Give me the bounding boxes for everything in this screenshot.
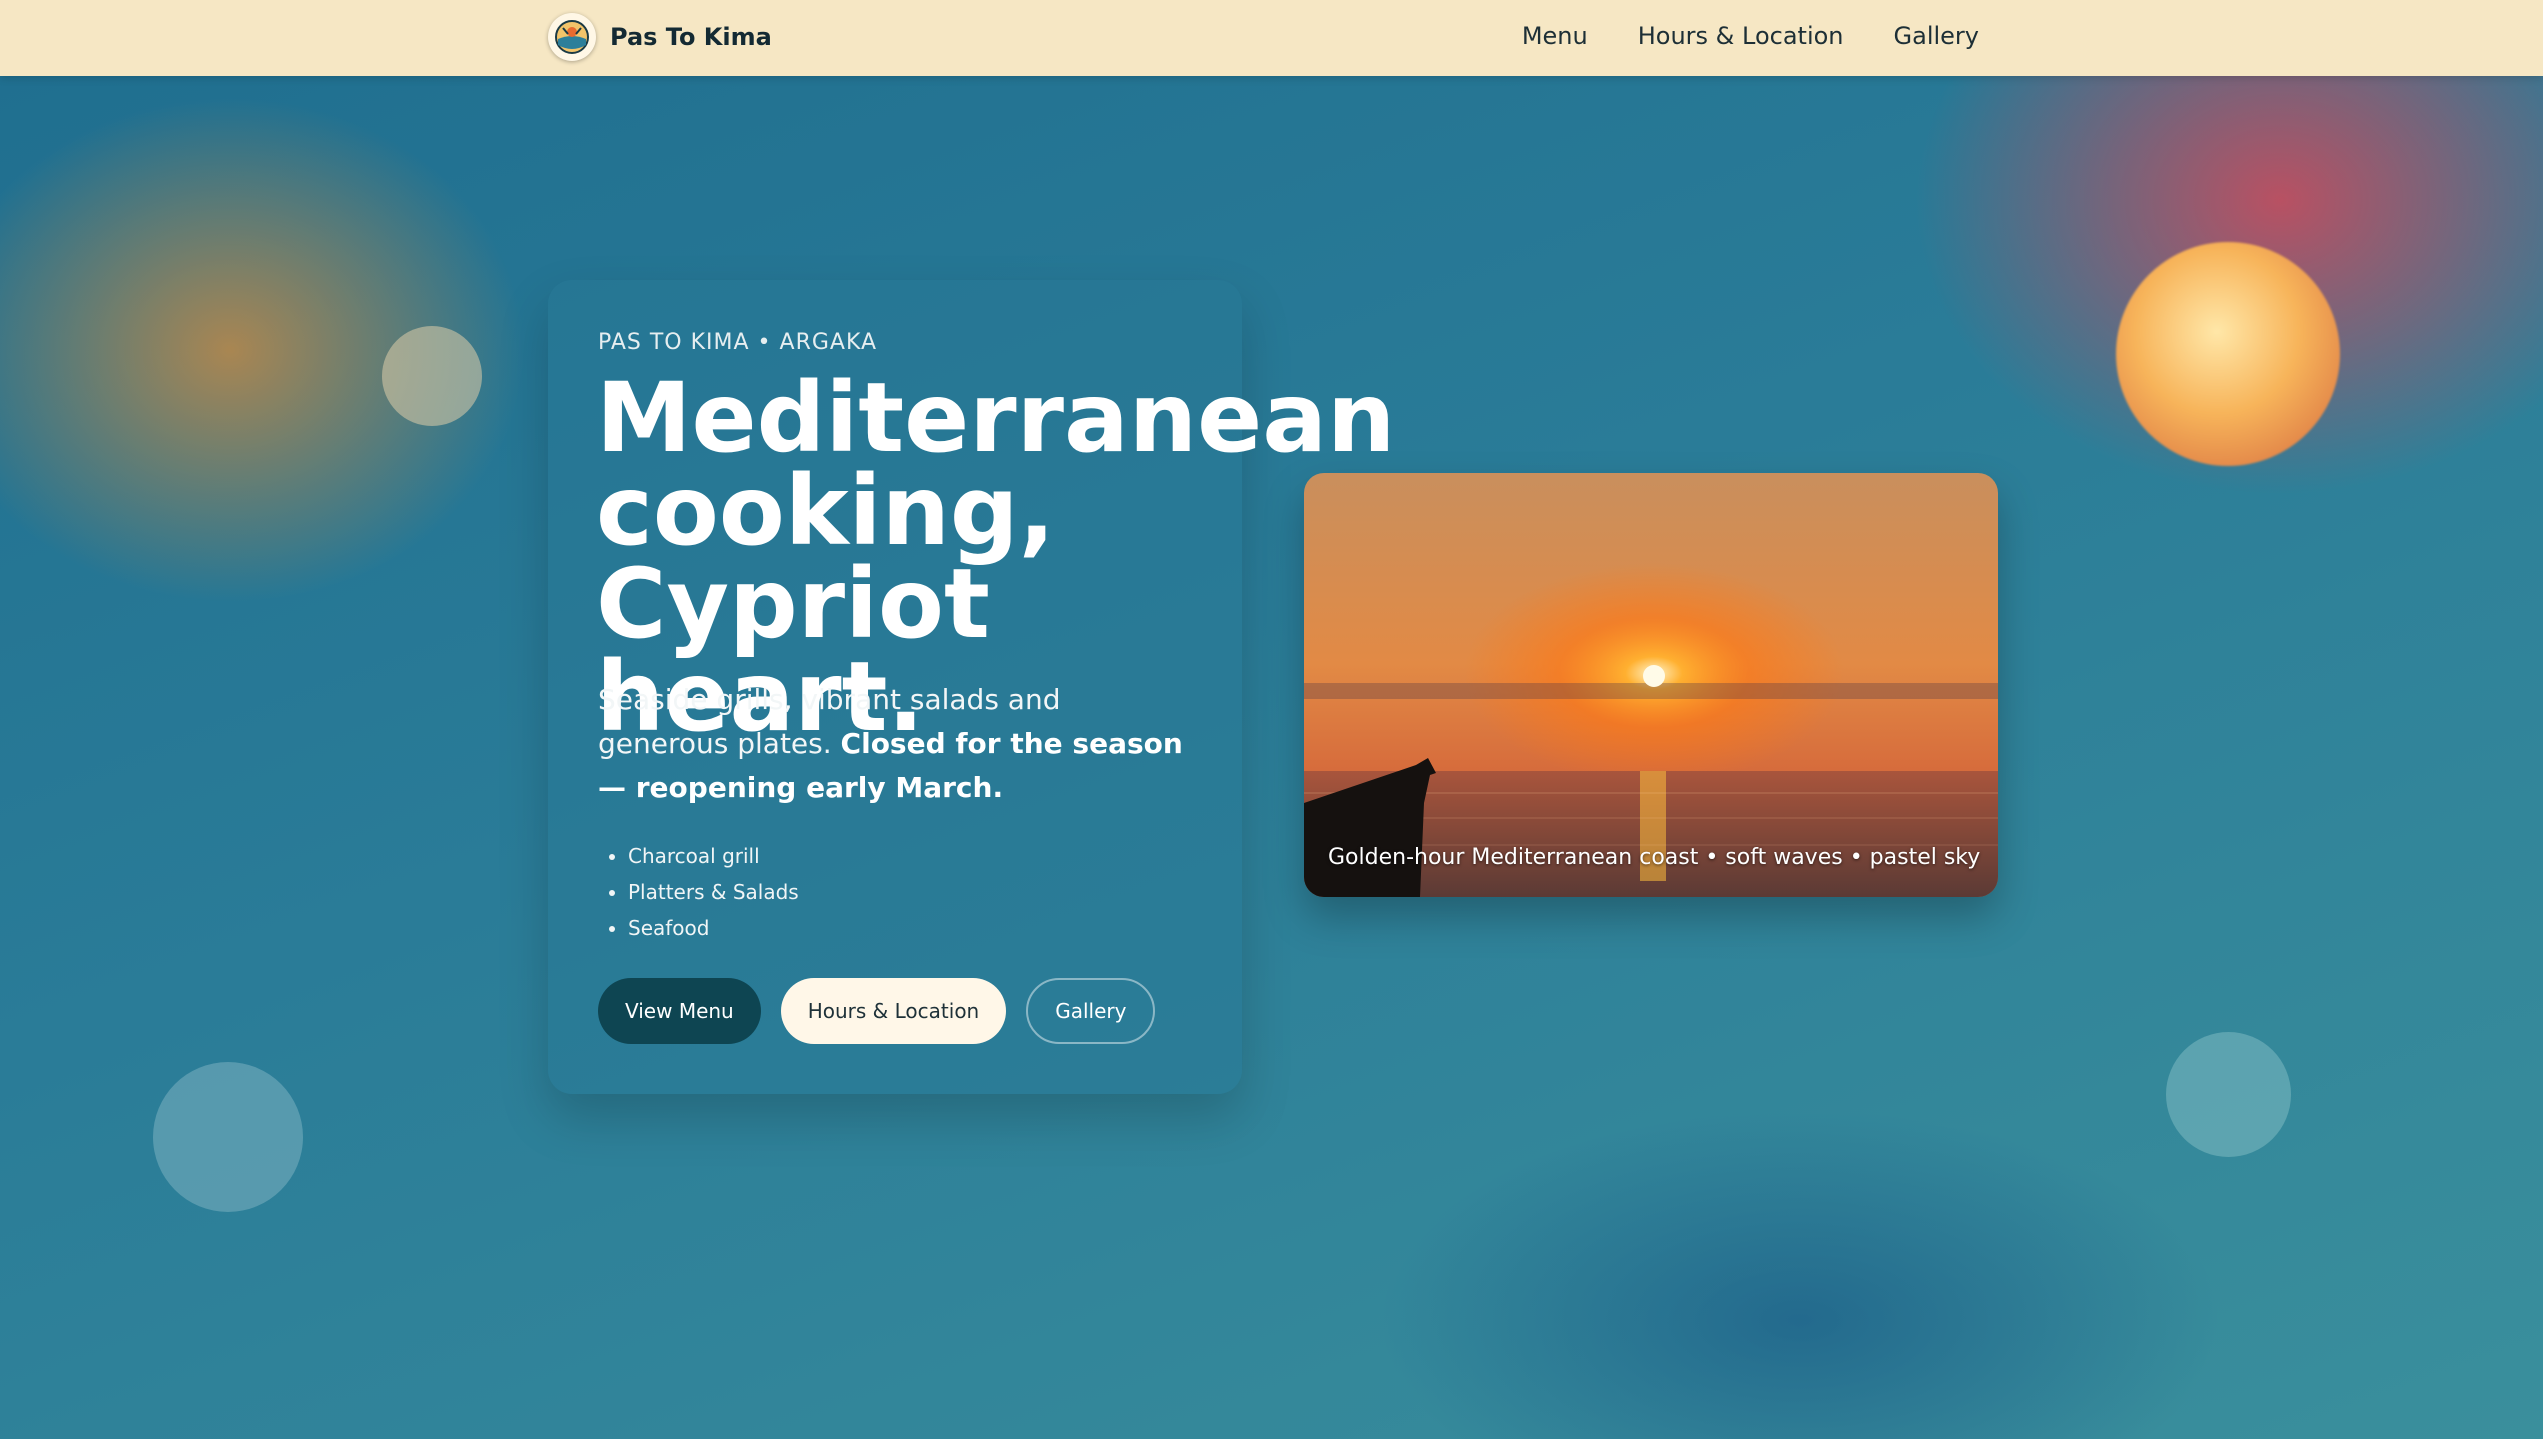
- feature-list: Charcoal grill Platters & Salads Seafood: [628, 838, 799, 946]
- decorative-orb: [382, 326, 482, 426]
- photo-caption: Golden-hour Mediterranean coast • soft w…: [1328, 845, 1981, 870]
- hero-card: PAS TO KIMA • ARGAKA Mediterranean cooki…: [548, 280, 1395, 1094]
- feature-item: Charcoal grill: [628, 838, 799, 874]
- hero-actions: View Menu Hours & Location Gallery: [598, 978, 1156, 1044]
- decorative-orb: [2166, 1032, 2291, 1157]
- nav-link-menu[interactable]: Menu: [1522, 22, 1588, 50]
- sunset-sea-photo: [1304, 473, 1998, 897]
- view-menu-button[interactable]: View Menu: [598, 978, 761, 1044]
- top-navigation-bar: Pas To Kima Menu Hours & Location Galler…: [0, 0, 2543, 76]
- brand-name: Pas To Kima: [610, 23, 772, 51]
- brand[interactable]: Pas To Kima: [548, 13, 772, 61]
- hero-photo-card: Golden-hour Mediterranean coast • soft w…: [1304, 473, 1998, 897]
- hero-eyebrow: PAS TO KIMA • ARGAKA: [598, 330, 878, 355]
- nav-link-gallery[interactable]: Gallery: [1894, 22, 1979, 50]
- decorative-sun-orb: [2116, 242, 2340, 466]
- hours-location-button[interactable]: Hours & Location: [780, 978, 1007, 1044]
- nav-link-hours-location[interactable]: Hours & Location: [1638, 22, 1844, 50]
- feature-item: Seafood: [628, 910, 799, 946]
- feature-item: Platters & Salads: [628, 874, 799, 910]
- restaurant-logo-icon: [548, 13, 596, 61]
- main-nav: Menu Hours & Location Gallery: [1522, 22, 1979, 50]
- gallery-button[interactable]: Gallery: [1026, 978, 1156, 1044]
- hero-description: Seaside grills, vibrant salads and gener…: [598, 678, 1198, 810]
- decorative-orb: [153, 1062, 303, 1212]
